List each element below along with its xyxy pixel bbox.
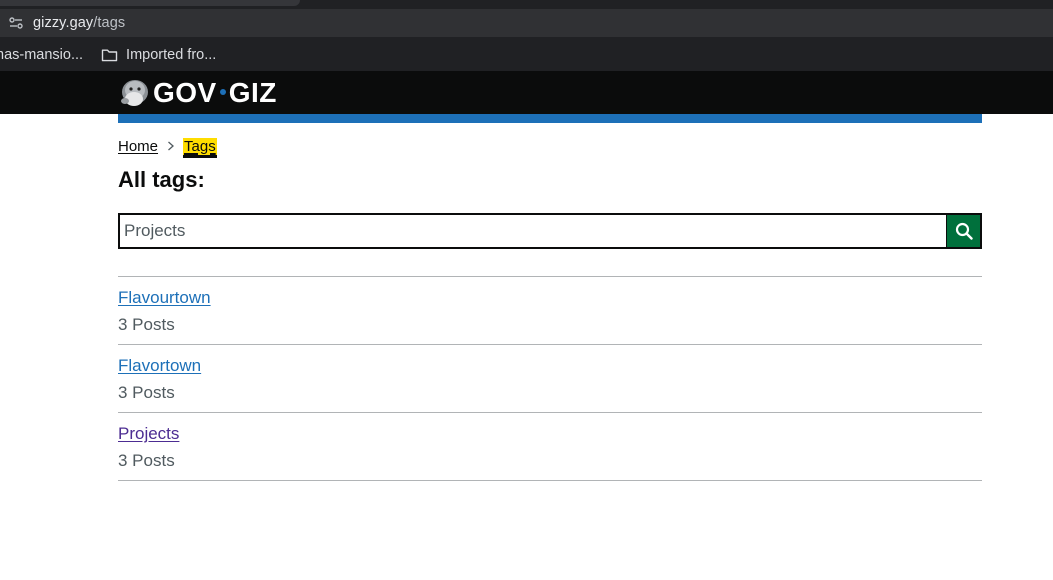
search-icon [955, 222, 973, 240]
page-title: All tags: [118, 167, 205, 192]
tag-list: Flavourtown 3 Posts Flavortown 3 Posts P… [118, 276, 982, 481]
bookmark-folder-label: Imported fro... [126, 46, 217, 63]
url-path: /tags [93, 15, 126, 31]
tag-link[interactable]: Flavortown [118, 356, 201, 376]
tag-post-count: 3 Posts [118, 451, 175, 470]
site-header: GOV GIZ [0, 71, 1053, 114]
logo-text-left: GOV [153, 77, 217, 108]
list-item: Projects 3 Posts [118, 413, 982, 481]
breadcrumb-current-link[interactable]: Tags [183, 137, 217, 155]
breadcrumb-home-link[interactable]: Home [118, 138, 158, 155]
list-item: Flavortown 3 Posts [118, 345, 982, 413]
site-info-icon[interactable] [8, 15, 24, 31]
url-host: gizzy.gay [33, 15, 94, 31]
list-item: Flavourtown 3 Posts [118, 277, 982, 345]
tag-link[interactable]: Flavourtown [118, 288, 211, 308]
bookmarks-bar: nas-mansio... Imported fro... [0, 38, 1053, 71]
browser-tab-strip [0, 0, 1053, 8]
folder-icon [101, 49, 118, 61]
address-bar-row: gizzy.gay/tags [0, 8, 1053, 38]
tag-post-count: 3 Posts [118, 383, 175, 402]
active-tab[interactable] [0, 0, 300, 6]
mascot-logo-icon [121, 79, 148, 106]
tag-search-input[interactable] [118, 213, 946, 249]
logo-text-right: GIZ [228, 77, 277, 108]
address-bar[interactable]: gizzy.gay/tags [0, 9, 1053, 37]
tag-link[interactable]: Projects [118, 424, 179, 444]
header-accent-bar [118, 114, 982, 123]
site-logo[interactable]: GOV GIZ [118, 75, 277, 111]
logo-dot [219, 89, 226, 95]
chevron-right-icon [168, 141, 174, 151]
tag-post-count: 3 Posts [118, 315, 175, 334]
search-button[interactable] [946, 213, 982, 249]
bookmark-folder[interactable]: Imported fro... [101, 47, 216, 63]
url-text[interactable]: gizzy.gay/tags [33, 15, 125, 31]
tag-search-form [118, 213, 982, 249]
bookmark-item[interactable]: nas-mansio... [0, 47, 83, 63]
breadcrumb: Home Tags [118, 136, 217, 156]
